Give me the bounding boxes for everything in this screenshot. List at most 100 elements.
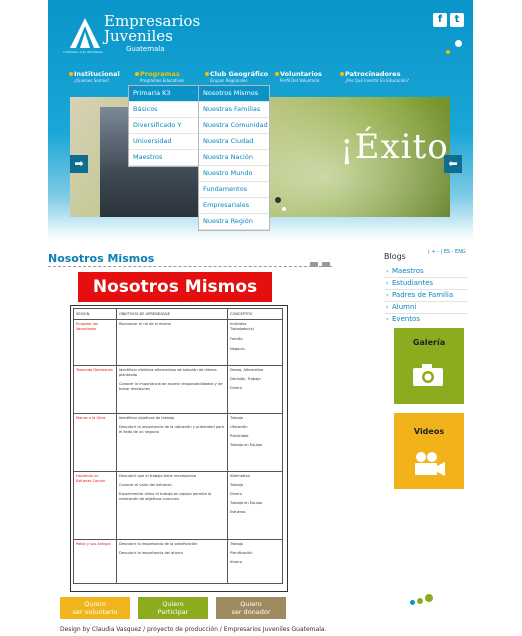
- sidebar-link-label: Eventos: [392, 315, 420, 323]
- nav-voluntarios[interactable]: Voluntarios Perfil Del Voluntario: [275, 71, 322, 83]
- concepts-cell: Trabajo Ubicación Publicidad Trabajo en …: [227, 413, 283, 472]
- objectives-cell: Identificar objetivos de trabajo Descubr…: [116, 413, 228, 472]
- concept-text: Ahorro: [230, 560, 242, 564]
- session-cell: Manos a la Obra: [73, 413, 117, 472]
- nav-title: Patrocinadores: [345, 70, 401, 78]
- sessions-table: SESION OBJETIVOS DE APRENDIZAJE CONCEPTO…: [73, 308, 283, 584]
- objectives-cell: Descubrir que el trabajo tiene recompens…: [116, 471, 228, 540]
- table-header-row: SESION OBJETIVOS DE APRENDIZAJE CONCEPTO…: [73, 308, 283, 320]
- nav-club-geografico[interactable]: Club Geográfico Grupos Regionales: [205, 70, 269, 83]
- nav-patrocinadores[interactable]: Patrocinadores ¿Por Qué Invertir En Educ…: [340, 70, 409, 83]
- dropdown-item[interactable]: Nuestro Mundo: [199, 166, 269, 182]
- facebook-icon[interactable]: f: [433, 13, 447, 27]
- nav-title: Institucional: [74, 70, 120, 78]
- concept-text: Trabajador(a): [230, 327, 254, 331]
- sidebar-divider: [384, 289, 468, 290]
- nav-title: Club Geográfico: [210, 70, 269, 78]
- nav-institucional[interactable]: Institucional ¿Quienes Somos?: [69, 70, 120, 83]
- concepts-cell: Individuo Trabajador(a) Familia Negocio: [227, 319, 283, 366]
- session-cell: Empezar las Vacaciones: [73, 319, 117, 366]
- donor-button[interactable]: Quiero ser donador: [216, 597, 286, 619]
- decor-dot: [455, 40, 462, 47]
- gallery-tile[interactable]: Galería: [394, 328, 464, 404]
- bullet-icon: ›: [386, 292, 389, 299]
- dropdown-item[interactable]: Nuestra Ciudad: [199, 134, 269, 150]
- print-icon[interactable]: [310, 262, 318, 267]
- decor-dot: [446, 50, 450, 54]
- nav-bullet-icon: [135, 72, 139, 76]
- objectives-cell: Identificar distintas alternativas de so…: [116, 365, 228, 414]
- dropdown-item[interactable]: Nuestras Familias: [199, 102, 269, 118]
- sidebar-link-label: Padres de Familia: [392, 291, 454, 299]
- sidebar-link-label: Estudiantes: [392, 279, 434, 287]
- participate-button[interactable]: Quiero Participar: [138, 597, 208, 619]
- concept-text: Trabajo en Equipo: [230, 443, 263, 447]
- objective-text: Conocer la importancia de asumir respons…: [119, 382, 223, 391]
- concept-text: Familia: [230, 337, 243, 341]
- dropdown-item[interactable]: Nosotros Mismos: [199, 86, 269, 102]
- nav-subtitle: Grupos Regionales: [210, 78, 248, 83]
- font-size-controls[interactable]: | + - | ES - ENG: [428, 249, 466, 255]
- concept-text: Planificación: [230, 551, 253, 555]
- header: Empresarios Juveniles Guatemala A Member…: [48, 0, 473, 240]
- concept-text: Publicidad: [230, 434, 249, 438]
- title-divider: [48, 266, 332, 267]
- nav-subtitle: Programas Educativos: [140, 78, 185, 83]
- sidebar-link-estudiantes[interactable]: › Estudiantes: [386, 279, 434, 287]
- dropdown-item[interactable]: Empresariales: [199, 198, 269, 214]
- dropdown-item[interactable]: Nuestra Comunidad: [199, 118, 269, 134]
- dropdown-item[interactable]: Básicos ▶: [129, 90, 199, 118]
- nav-bullet-icon: [340, 72, 344, 76]
- nav-bullet-icon: [69, 72, 73, 76]
- sidebar-divider: [384, 313, 468, 314]
- sidebar-link-maestros[interactable]: › Maestros: [386, 267, 424, 275]
- footer-credit: Design by Claudia Vasquez / proyecto de …: [60, 626, 327, 633]
- dropdown-item[interactable]: Primaria K3 ▶: [129, 86, 199, 102]
- dropdown-item[interactable]: Diversificado Y: [129, 118, 199, 134]
- nav-bullet-icon: [275, 72, 279, 76]
- dropdown-item[interactable]: Maestros: [129, 150, 199, 166]
- button-line2: ser donador: [231, 608, 271, 616]
- nav-programas[interactable]: Programas Programas Educativos: [135, 71, 185, 83]
- concept-text: Dinero: [230, 492, 242, 496]
- email-icon[interactable]: [322, 262, 330, 267]
- dropdown-primary: Primaria K3 ▶ Básicos ▶ Diversificado Y Un…: [128, 85, 200, 167]
- sidebar-link-padres[interactable]: › Padres de Familia: [386, 291, 454, 299]
- dropdown-item[interactable]: Nuestra Región: [199, 214, 269, 230]
- dropdown-secondary: Nosotros Mismos Nuestras Familias Nuestr…: [198, 85, 270, 231]
- dropdown-item[interactable]: Universidad: [129, 134, 199, 150]
- videos-tile[interactable]: Videos: [394, 413, 464, 489]
- dropdown-item[interactable]: Nuestra Nación: [199, 150, 269, 166]
- volunteer-button[interactable]: Quiero ser voluntario: [60, 597, 130, 619]
- table-row: Pablo y sus Amigos Descubrir la importan…: [73, 539, 283, 584]
- session-cell: Pablo y sus Amigos: [73, 539, 117, 584]
- button-line1: Quiero: [240, 600, 262, 608]
- logo-title-line2: Juveniles: [104, 27, 173, 45]
- bullet-icon: ›: [386, 268, 389, 275]
- objectives-cell: Reconocer el rol de si mismo: [116, 319, 228, 366]
- objective-text: Experimentar cómo el trabajo en equipo p…: [119, 492, 212, 501]
- objective-text: Identificar objetivos de trabajo: [119, 416, 175, 420]
- dropdown-item-label: Universidad: [133, 137, 172, 145]
- column-header: OBJETIVOS DE APRENDIZAJE: [116, 308, 228, 320]
- concept-text: Dinero: [230, 386, 242, 390]
- sidebar-link-alumni[interactable]: › Alumni: [386, 303, 417, 311]
- slider-prev-arrow-icon[interactable]: ➡: [70, 155, 88, 173]
- column-header: SESION: [73, 308, 117, 320]
- session-cell: Tomando Decisiones: [73, 365, 117, 414]
- bullet-icon: ›: [386, 304, 389, 311]
- concepts-cell: Alternativa Trabajo Dinero Trabajo en Eq…: [227, 471, 283, 540]
- column-header: CONCEPTOS: [227, 308, 283, 320]
- sidebar-link-eventos[interactable]: › Eventos: [386, 315, 420, 323]
- slider-next-arrow-icon[interactable]: ⬅: [444, 155, 462, 173]
- sidebar-link-label: Alumni: [392, 303, 417, 311]
- twitter-icon[interactable]: t: [450, 13, 464, 27]
- concept-text: Decisión, Trabajo: [230, 377, 261, 381]
- concept-text: Trabajo: [230, 483, 244, 487]
- objective-text: Identificar distintas alternativas de so…: [119, 368, 217, 377]
- dropdown-item[interactable]: Fundamentos: [199, 182, 269, 198]
- nav-subtitle: ¿Quienes Somos?: [74, 78, 110, 83]
- table-row: Haciendo un Esfuerzo Común Descubrir que…: [73, 471, 283, 540]
- nav-subtitle: Perfil Del Voluntario: [280, 78, 320, 83]
- button-line2: Participar: [157, 608, 189, 616]
